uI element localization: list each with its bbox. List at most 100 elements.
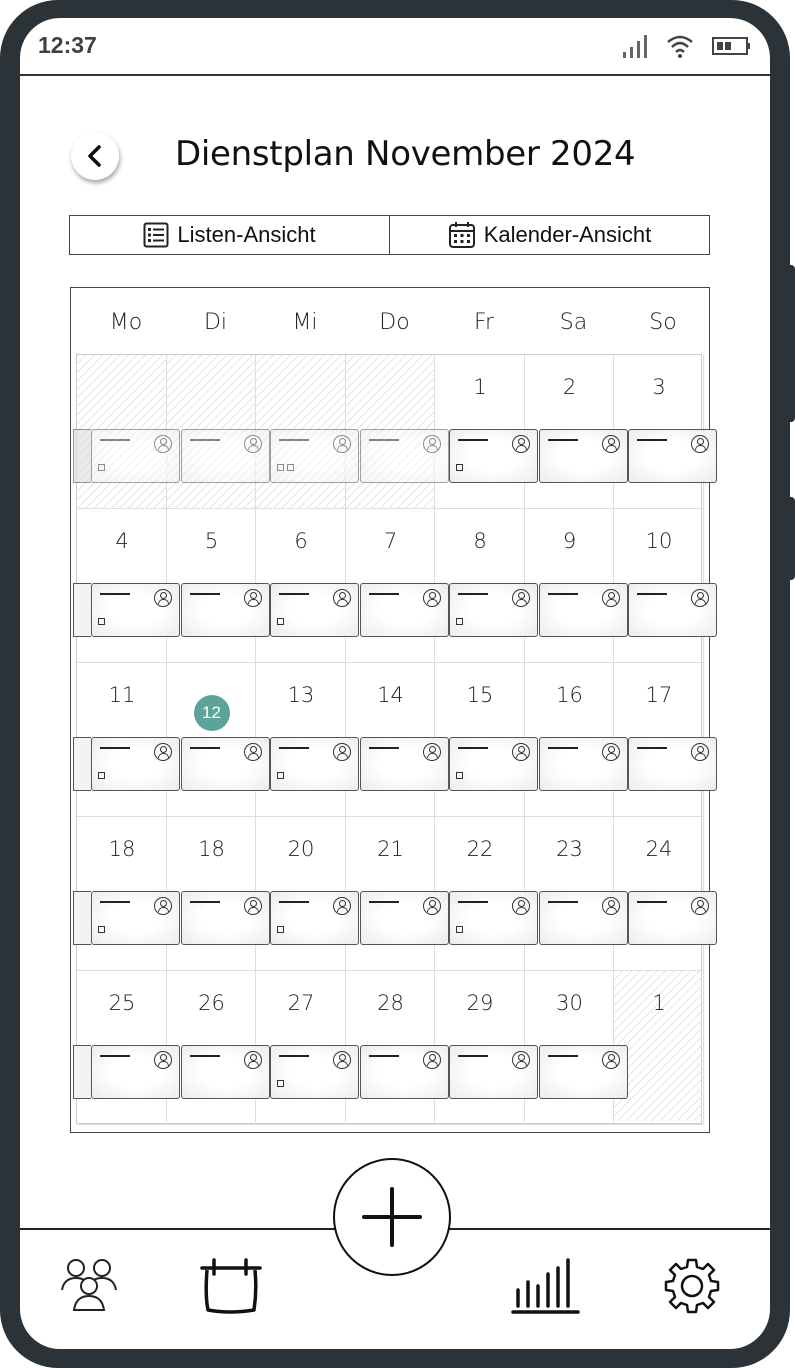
day-number: 10 <box>645 529 673 553</box>
nav-settings[interactable] <box>662 1256 722 1321</box>
person-icon <box>154 743 172 761</box>
day-number: 28 <box>377 991 404 1015</box>
shift-card[interactable] <box>180 891 270 945</box>
side-button-volume <box>786 265 795 422</box>
shift-note-line <box>458 747 488 749</box>
shift-card[interactable] <box>538 737 628 791</box>
shift-card[interactable] <box>91 737 180 791</box>
day-number: 29 <box>466 991 494 1015</box>
nav-team[interactable] <box>60 1256 120 1319</box>
person-icon <box>422 897 441 915</box>
nav-statistics[interactable] <box>510 1256 582 1321</box>
person-icon <box>333 435 351 453</box>
assignment-marker-icon <box>277 926 284 933</box>
shift-card[interactable] <box>628 583 717 637</box>
person-icon <box>691 435 709 453</box>
person-icon <box>512 897 530 915</box>
day-number: 2 <box>562 375 577 399</box>
shift-card[interactable] <box>180 429 270 483</box>
shift-card[interactable] <box>449 1045 538 1099</box>
screen: 12:37 Dienstplan November 2024 Listen-An… <box>20 18 770 1349</box>
person-icon <box>422 589 441 607</box>
shift-card[interactable] <box>91 1045 180 1099</box>
assignment-marker-icon <box>277 772 284 779</box>
shift-card[interactable] <box>91 429 180 483</box>
bar-start-tab <box>73 891 91 945</box>
shift-card[interactable] <box>359 737 449 791</box>
shift-card[interactable] <box>270 891 359 945</box>
assignment-marker-icon <box>456 772 463 779</box>
tab-list-view[interactable]: Listen-Ansicht <box>70 216 389 254</box>
shift-card[interactable] <box>180 583 270 637</box>
shift-note-line <box>458 593 488 595</box>
tab-calendar-view[interactable]: Kalender-Ansicht <box>389 216 709 254</box>
shift-card[interactable] <box>270 583 359 637</box>
day-number: 16 <box>556 683 583 707</box>
person-icon <box>154 897 172 915</box>
person-icon <box>691 589 709 607</box>
chevron-left-icon <box>88 145 101 167</box>
assignment-marker-icon <box>277 618 284 625</box>
shift-note-line <box>458 439 488 441</box>
shift-note-line <box>368 901 399 903</box>
day-number: 13 <box>287 683 315 707</box>
shift-note-line <box>547 439 578 441</box>
day-number: 20 <box>287 837 315 861</box>
shift-card[interactable] <box>270 1045 359 1099</box>
shift-note-line <box>637 901 667 903</box>
shift-card[interactable] <box>270 429 359 483</box>
shift-card[interactable] <box>538 429 628 483</box>
day-number: 26 <box>198 991 225 1015</box>
assignment-marker-icon <box>98 926 105 933</box>
shift-note-line <box>189 593 220 595</box>
day-number: 17 <box>645 683 673 707</box>
back-button[interactable] <box>71 132 119 180</box>
weekday-di: Di <box>203 310 228 335</box>
shift-card[interactable] <box>628 429 717 483</box>
shift-card[interactable] <box>180 1045 270 1099</box>
month-calendar: Mo Di Mi Do Fr Sa So 1 2 3 4 5 6 7 8 9 10 11 12 13 14 15 16 17… <box>70 287 717 1133</box>
day-number: 9 <box>562 529 577 553</box>
page-title: Dienstplan November 2024 <box>175 134 636 174</box>
view-toggle: Listen-Ansicht Kalender-Ansicht <box>69 215 710 255</box>
shift-note-line <box>279 901 309 903</box>
today-marker[interactable]: 12 <box>193 695 230 731</box>
shift-card[interactable] <box>270 737 359 791</box>
assignment-marker-icon <box>456 618 463 625</box>
day-number: 1 <box>473 375 487 399</box>
day-number: 21 <box>377 837 404 861</box>
shift-card[interactable] <box>91 891 180 945</box>
person-icon <box>422 743 441 761</box>
person-icon <box>333 743 351 761</box>
person-icon <box>691 743 709 761</box>
shift-card[interactable] <box>628 891 717 945</box>
shift-card[interactable] <box>449 891 538 945</box>
shift-card[interactable] <box>538 1045 628 1099</box>
team-icon <box>61 1259 117 1311</box>
shift-card[interactable] <box>449 583 538 637</box>
day-number: 30 <box>556 991 583 1015</box>
shift-card[interactable] <box>359 429 449 483</box>
day-number: 11 <box>108 683 136 707</box>
person-icon <box>422 435 441 453</box>
shift-card[interactable] <box>359 1045 449 1099</box>
shift-card[interactable] <box>359 891 449 945</box>
shift-card[interactable] <box>538 891 628 945</box>
nav-shifts[interactable] <box>198 1256 264 1321</box>
shift-card[interactable] <box>538 583 628 637</box>
shift-card[interactable] <box>628 737 717 791</box>
person-icon <box>512 589 530 607</box>
shift-card[interactable] <box>449 737 538 791</box>
shift-note-line <box>100 1055 130 1057</box>
day-number: 14 <box>377 683 404 707</box>
shift-card[interactable] <box>449 429 538 483</box>
person-icon <box>333 1051 351 1069</box>
add-shift-button[interactable] <box>333 1158 451 1276</box>
shift-note-line <box>368 1055 399 1057</box>
shift-card[interactable] <box>180 737 270 791</box>
person-icon <box>601 589 620 607</box>
weekday-mo: Mo <box>109 310 143 335</box>
shift-card[interactable] <box>91 583 180 637</box>
shift-card[interactable] <box>359 583 449 637</box>
shift-note-line <box>547 747 578 749</box>
